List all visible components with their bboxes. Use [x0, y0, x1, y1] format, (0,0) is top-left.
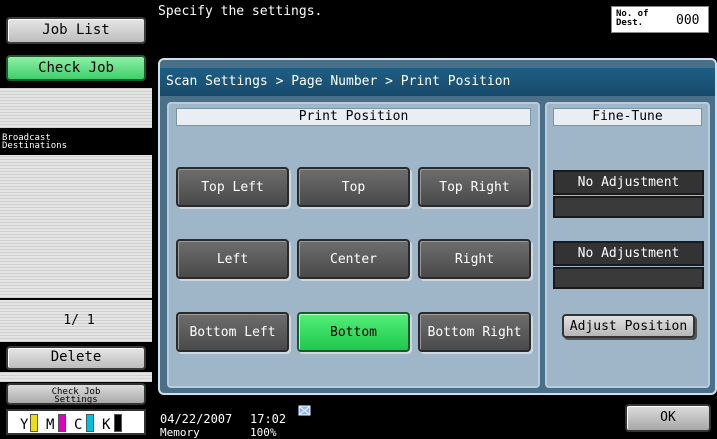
top-left-button[interactable]: Top Left	[176, 167, 289, 207]
job-list-button[interactable]: Job List	[6, 17, 146, 44]
toner-label-m: M	[46, 417, 55, 433]
toner-bar-black	[114, 414, 122, 432]
breadcrumb: Scan Settings > Page Number > Print Posi…	[160, 68, 715, 96]
right-button[interactable]: Right	[418, 239, 531, 279]
destination-list	[0, 155, 152, 298]
print-position-title: Print Position	[176, 108, 531, 126]
toner-label-c: C	[74, 417, 83, 433]
dest-count-label: No. of Dest.	[616, 10, 649, 28]
check-job-settings-button[interactable]: Check Job Settings	[6, 383, 146, 405]
fine-tune-bar-2	[553, 267, 704, 289]
check-job-button[interactable]: Check Job	[6, 55, 146, 81]
top-right-button[interactable]: Top Right	[418, 167, 531, 207]
fine-tune-bar-1	[553, 196, 704, 218]
sidebar-strip-top	[0, 88, 152, 128]
memory-label: Memory	[160, 426, 200, 439]
page-counter: 1/ 1	[63, 313, 95, 328]
adjust-position-button[interactable]: Adjust Position	[562, 314, 695, 338]
memory-value: 100%	[250, 426, 277, 439]
fine-tune-title: Fine-Tune	[553, 108, 702, 126]
toner-indicator: Y M C K	[6, 409, 146, 435]
left-button[interactable]: Left	[176, 239, 289, 279]
sidebar-strip-bottom	[0, 372, 152, 382]
center-button[interactable]: Center	[297, 239, 410, 279]
ok-button[interactable]: OK	[625, 404, 711, 432]
toner-bar-cyan	[86, 414, 94, 432]
destination-count-box: No. of Dest. 000	[611, 6, 709, 33]
dest-count-value: 000	[676, 13, 700, 28]
dest-label-line2: Dest.	[616, 18, 644, 28]
delete-button[interactable]: Delete	[6, 346, 146, 370]
bottom-button[interactable]: Bottom	[297, 312, 410, 352]
instruction-text: Specify the settings.	[158, 4, 323, 19]
toner-bar-yellow	[30, 414, 38, 432]
bottom-left-button[interactable]: Bottom Left	[176, 312, 289, 352]
toner-bar-magenta	[58, 414, 66, 432]
network-status-icon	[298, 404, 312, 418]
toner-label-k: K	[102, 417, 111, 433]
fine-tune-value-2: No Adjustment	[553, 241, 704, 266]
date-text: 04/22/2007	[160, 412, 233, 426]
fine-tune-value-1: No Adjustment	[553, 170, 704, 195]
broadcast-destinations-label: Broadcast Destinations	[0, 131, 152, 153]
check-job-settings-line2: Settings	[54, 395, 98, 405]
top-button[interactable]: Top	[297, 167, 410, 207]
bottom-right-button[interactable]: Bottom Right	[418, 312, 531, 352]
broadcast-line2: Destinations	[2, 141, 68, 151]
toner-label-y: Y	[20, 417, 29, 433]
time-text: 17:02	[250, 412, 287, 426]
